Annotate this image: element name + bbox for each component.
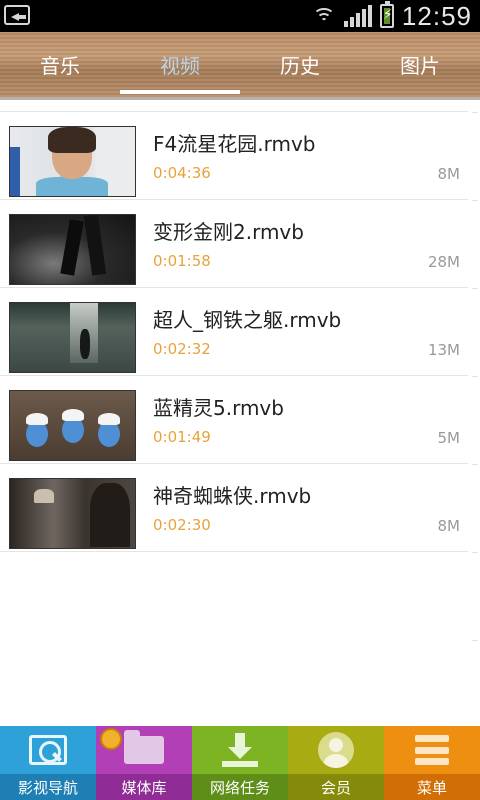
tab-pictures[interactable]: 图片 [360,32,480,96]
video-thumbnail [9,302,136,373]
film-search-icon [29,735,67,765]
video-title: 变形金刚2.rmvb [153,220,304,244]
video-thumbnail [9,214,136,285]
list-item[interactable]: 蓝精灵5.rmvb 0:01:49 5M [0,376,468,464]
video-title: F4流星花园.rmvb [153,132,316,156]
tab-music[interactable]: 音乐 [0,32,120,96]
signal-icon [343,5,372,27]
video-list[interactable]: F4流星花园.rmvb 0:04:36 8M 变形金刚2.rmvb 0:01:5… [0,112,468,552]
video-size: 28M [427,253,460,271]
tab-video[interactable]: 视频 [120,32,240,96]
tab-bar: 音乐 视频 历史 图片 [0,32,480,100]
nav-label: 影视导航 [0,774,96,800]
user-icon [318,732,354,768]
video-duration: 0:01:49 [153,428,211,446]
menu-icon [415,735,449,765]
status-time: 12:59 [401,0,472,31]
video-duration: 0:01:58 [153,252,211,270]
nav-label: 菜单 [384,774,480,800]
tab-history[interactable]: 历史 [240,32,360,96]
list-item[interactable]: F4流星花园.rmvb 0:04:36 8M [0,112,468,200]
back-icon[interactable] [4,5,30,25]
video-title: 超人_钢铁之躯.rmvb [153,308,342,332]
battery-charging-icon [379,1,394,28]
bottom-nav: 影视导航 媒体库 网络任务 会员 菜单 [0,726,480,800]
video-thumbnail [9,478,136,549]
nav-menu[interactable]: 菜单 [384,726,480,800]
video-duration: 0:02:32 [153,340,211,358]
active-tab-indicator [120,90,240,94]
nav-label: 网络任务 [192,774,288,800]
nav-label: 媒体库 [96,774,192,800]
nav-media-library[interactable]: 媒体库 [96,726,192,800]
video-thumbnail [9,126,136,197]
pin-icon [102,730,120,748]
video-size: 13M [427,341,460,359]
list-item[interactable]: 神奇蜘蛛侠.rmvb 0:02:30 8M [0,464,468,552]
wifi-icon [312,6,336,26]
scroll-track [468,112,480,724]
nav-network-tasks[interactable]: 网络任务 [192,726,288,800]
video-duration: 0:04:36 [153,164,211,182]
video-size: 8M [437,517,461,535]
list-item[interactable]: 超人_钢铁之躯.rmvb 0:02:32 13M [0,288,468,376]
folder-icon [124,730,164,764]
nav-label: 会员 [288,774,384,800]
video-title: 蓝精灵5.rmvb [153,396,284,420]
status-bar: 12:59 [0,0,480,32]
video-title: 神奇蜘蛛侠.rmvb [153,484,312,508]
nav-member[interactable]: 会员 [288,726,384,800]
nav-film-guide[interactable]: 影视导航 [0,726,96,800]
video-thumbnail [9,390,136,461]
video-size: 8M [437,165,461,183]
list-item[interactable]: 变形金刚2.rmvb 0:01:58 28M [0,200,468,288]
video-duration: 0:02:30 [153,516,211,534]
video-size: 5M [437,429,461,447]
download-icon [222,733,258,767]
